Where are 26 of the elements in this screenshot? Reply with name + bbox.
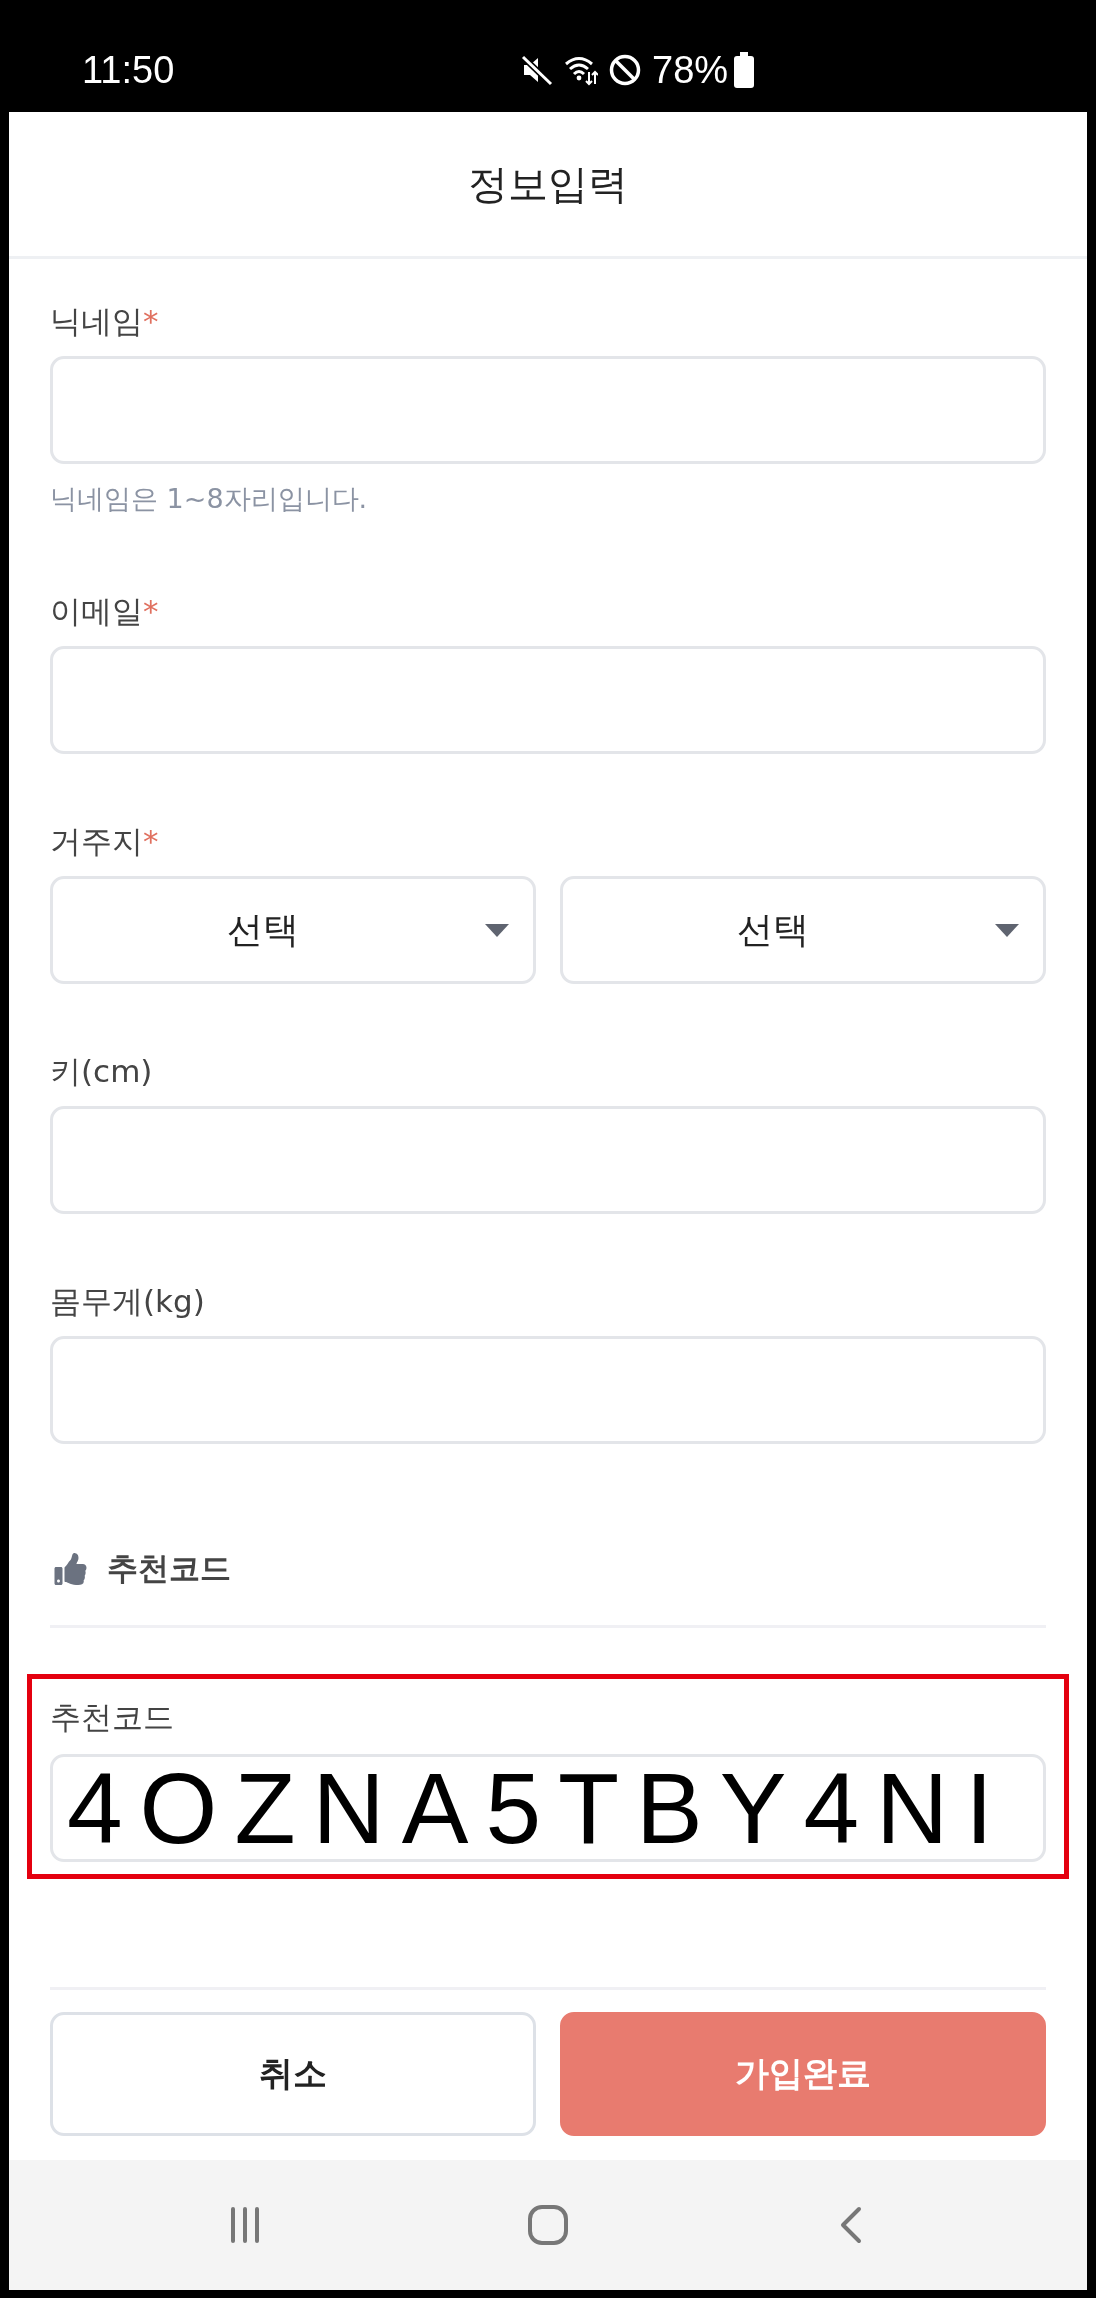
field-label: 추천코드 <box>50 1698 174 1737</box>
home-icon[interactable] <box>526 2203 570 2247</box>
hint-text: 닉네임은 1~8자리입니다. <box>50 482 368 516</box>
code-input[interactable]: 4OZNA5TBY4NI <box>50 1754 1046 1862</box>
battery-icon <box>734 52 755 88</box>
caret-icon <box>485 923 509 937</box>
field-label: 닉네임* <box>50 302 159 341</box>
field-label: 이메일* <box>50 592 159 631</box>
field-label: 거주지* <box>50 822 159 861</box>
caret-icon <box>995 923 1019 937</box>
status-time: 11:50 <box>82 48 176 92</box>
do-not-disturb-icon <box>608 53 642 87</box>
thumbs-up-icon <box>54 1553 87 1585</box>
battery-percent: 78% <box>652 48 729 92</box>
mute-icon <box>520 53 554 87</box>
field-label: 키(cm) <box>50 1052 153 1091</box>
text-input[interactable] <box>50 646 1046 754</box>
text-input[interactable] <box>50 1336 1046 1444</box>
field-label: 몸무게(kg) <box>50 1282 205 1321</box>
section-title: 추천코드 <box>107 1549 231 1588</box>
text-input[interactable] <box>50 1106 1046 1214</box>
select-dropdown[interactable]: 선택 <box>560 876 1046 984</box>
select-dropdown[interactable]: 선택 <box>50 876 536 984</box>
cancel-button[interactable]: 취소 <box>50 2012 536 2136</box>
page-title: 정보입력 <box>468 159 628 209</box>
text-input[interactable] <box>50 356 1046 464</box>
